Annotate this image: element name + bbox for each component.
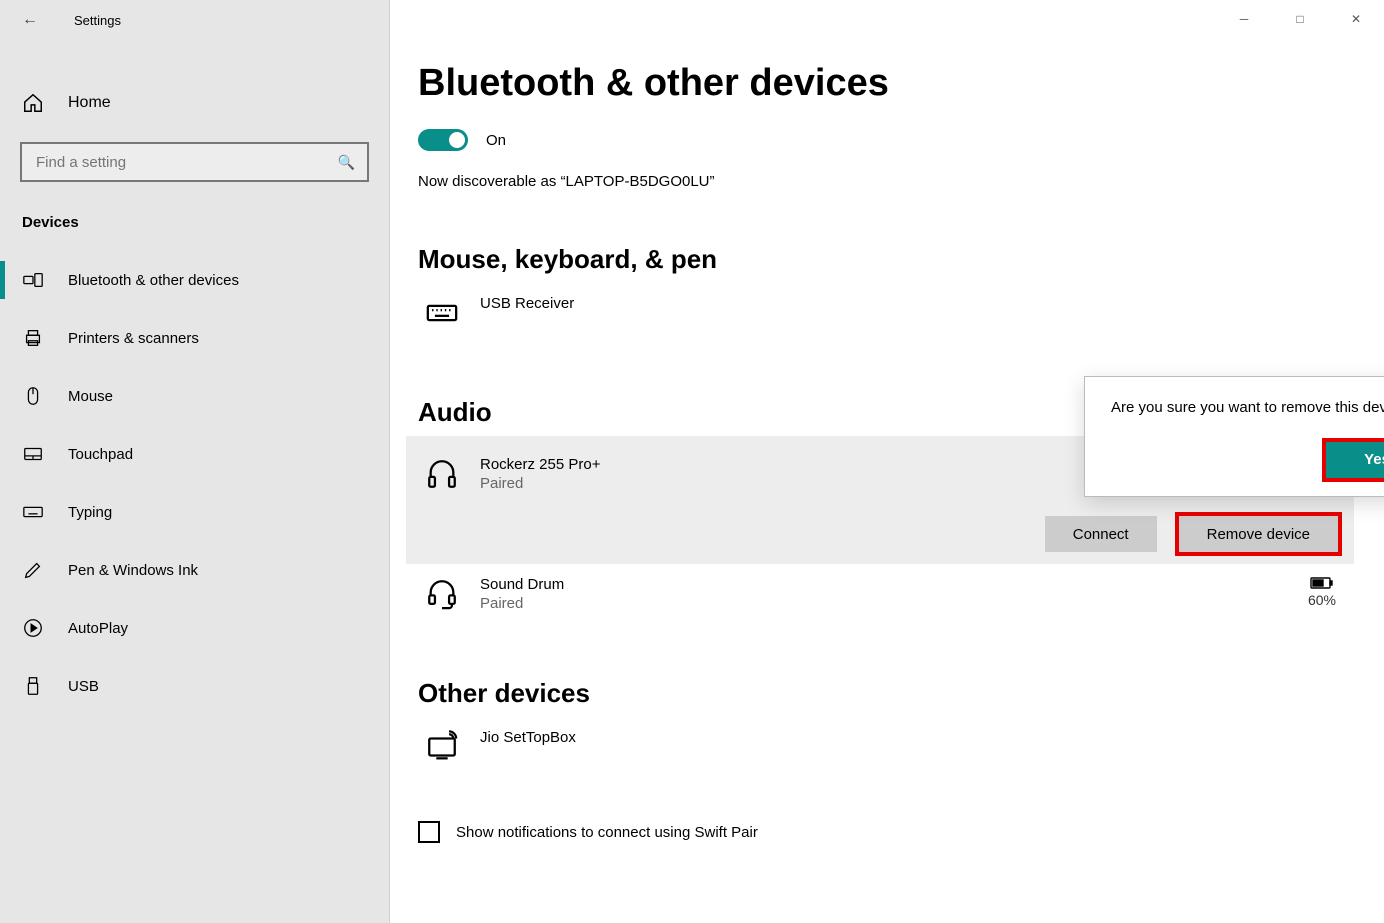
usb-icon: [22, 675, 44, 697]
nav-printers-scanners[interactable]: Printers & scanners: [0, 309, 389, 367]
nav-mouse[interactable]: Mouse: [0, 367, 389, 425]
sidebar: ← Settings Home 🔍 Devices Bluetooth & ot…: [0, 0, 390, 923]
bluetooth-devices-icon: [22, 269, 44, 291]
nav-item-label: Pen & Windows Ink: [68, 562, 198, 579]
nav-item-label: Printers & scanners: [68, 330, 199, 347]
toggle-state-label: On: [486, 132, 506, 149]
nav-item-label: AutoPlay: [68, 620, 128, 637]
swift-pair-checkbox[interactable]: [418, 821, 440, 843]
headphones-icon: [424, 456, 460, 492]
nav-item-label: Typing: [68, 504, 112, 521]
nav-pen-ink[interactable]: Pen & Windows Ink: [0, 541, 389, 599]
settopbox-icon: [424, 729, 460, 765]
back-arrow-icon[interactable]: ←: [22, 11, 38, 29]
headset-icon: [424, 576, 460, 612]
nav-touchpad[interactable]: Touchpad: [0, 425, 389, 483]
window-title: Settings: [74, 13, 121, 28]
battery-percent: 60%: [1308, 592, 1336, 608]
category-label: Devices: [22, 214, 389, 231]
nav-item-label: Touchpad: [68, 446, 133, 463]
touchpad-icon: [22, 443, 44, 465]
search-box[interactable]: 🔍: [20, 142, 369, 182]
device-name: Sound Drum: [480, 576, 564, 593]
close-button[interactable]: ✕: [1328, 0, 1384, 38]
device-name: Rockerz 255 Pro+: [480, 456, 600, 473]
discoverable-text: Now discoverable as “LAPTOP-B5DGO0LU”: [418, 173, 1384, 190]
bluetooth-toggle[interactable]: [418, 129, 468, 151]
device-status: Paired: [480, 595, 564, 612]
nav-list: Bluetooth & other devices Printers & sca…: [0, 251, 389, 715]
nav-home[interactable]: Home: [0, 74, 389, 132]
popup-message: Are you sure you want to remove this dev…: [1111, 397, 1384, 420]
mouse-icon: [22, 385, 44, 407]
search-input[interactable]: [34, 153, 323, 172]
search-icon: 🔍: [338, 154, 355, 171]
device-usb-receiver[interactable]: USB Receiver: [390, 283, 1384, 343]
nav-usb[interactable]: USB: [0, 657, 389, 715]
device-actions: Connect Remove device: [406, 504, 1354, 564]
keyboard-device-icon: [424, 295, 460, 331]
nav-item-label: USB: [68, 678, 99, 695]
section-mouse-title: Mouse, keyboard, & pen: [418, 244, 1384, 275]
content-area: ─ □ ✕ Bluetooth & other devices On Now d…: [390, 0, 1384, 923]
connect-button[interactable]: Connect: [1045, 516, 1157, 552]
maximize-button[interactable]: □: [1272, 0, 1328, 38]
bluetooth-toggle-row: On: [418, 129, 1384, 151]
nav-autoplay[interactable]: AutoPlay: [0, 599, 389, 657]
remove-confirm-popup: Are you sure you want to remove this dev…: [1084, 376, 1384, 497]
printer-icon: [22, 327, 44, 349]
swift-pair-label: Show notifications to connect using Swif…: [456, 824, 758, 841]
device-sound-drum[interactable]: Sound Drum Paired 60%: [406, 564, 1354, 624]
remove-device-button[interactable]: Remove device: [1179, 516, 1338, 552]
page-title: Bluetooth & other devices: [418, 62, 1384, 105]
home-icon: [22, 92, 44, 114]
autoplay-icon: [22, 617, 44, 639]
nav-typing[interactable]: Typing: [0, 483, 389, 541]
section-other-title: Other devices: [418, 678, 1384, 709]
keyboard-icon: [22, 501, 44, 523]
titlebar: ← Settings: [0, 0, 389, 40]
device-status: Paired: [480, 475, 600, 492]
nav-item-label: Bluetooth & other devices: [68, 272, 239, 289]
swift-pair-row: Show notifications to connect using Swif…: [418, 821, 1384, 843]
pen-icon: [22, 559, 44, 581]
nav-home-label: Home: [68, 94, 111, 112]
device-battery: 60%: [1308, 576, 1336, 608]
device-settopbox[interactable]: Jio SetTopBox: [390, 717, 1384, 777]
nav-bluetooth-devices[interactable]: Bluetooth & other devices: [0, 251, 389, 309]
minimize-button[interactable]: ─: [1216, 0, 1272, 38]
device-name: Jio SetTopBox: [480, 729, 576, 746]
device-name: USB Receiver: [480, 295, 574, 312]
window-controls: ─ □ ✕: [1216, 0, 1384, 38]
nav-item-label: Mouse: [68, 388, 113, 405]
popup-yes-button[interactable]: Yes: [1326, 442, 1384, 478]
